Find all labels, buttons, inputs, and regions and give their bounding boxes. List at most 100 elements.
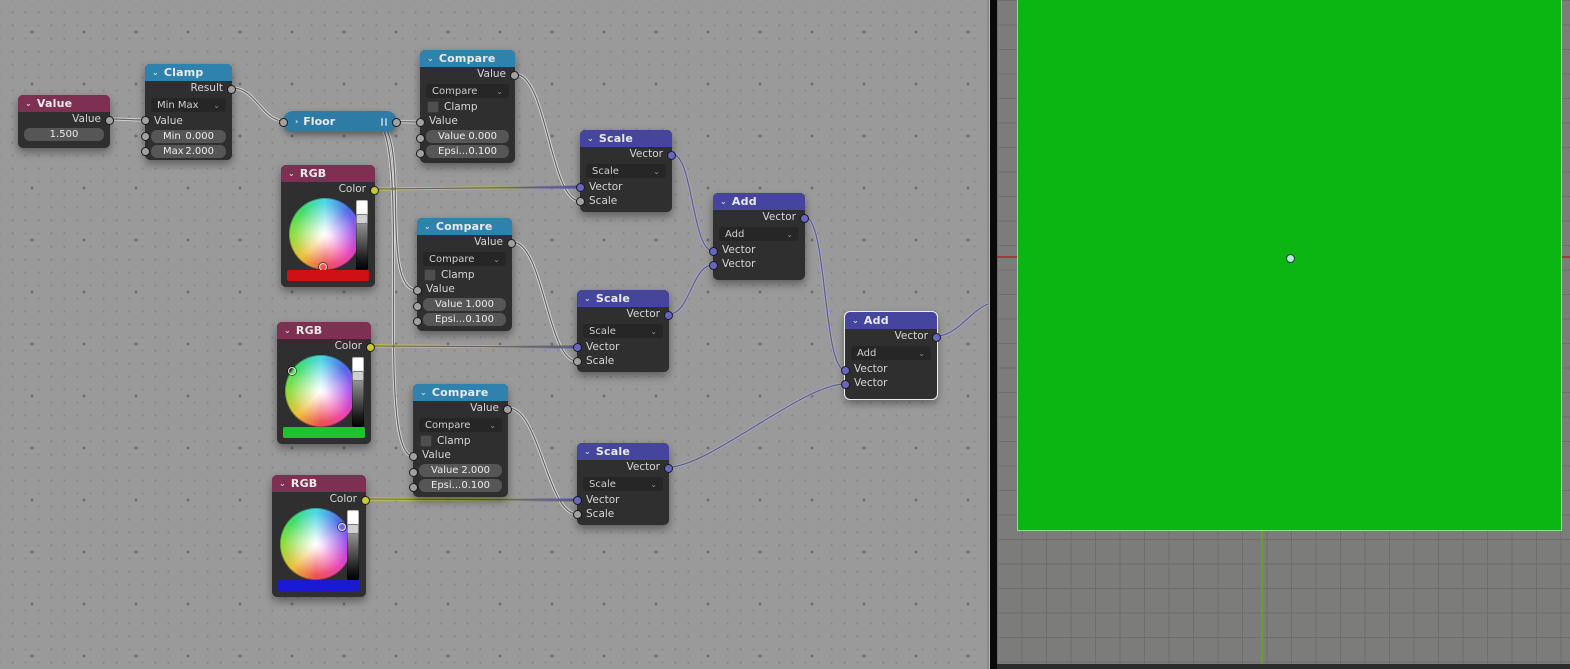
- value-slider[interactable]: [352, 357, 364, 427]
- socket-input-vector[interactable]: [576, 183, 585, 192]
- clamp-type-dropdown[interactable]: Min Max ⌄: [151, 98, 226, 112]
- chevron-down-icon[interactable]: ⌄: [152, 68, 159, 77]
- socket-input-epsilon[interactable]: [409, 483, 418, 492]
- node-header[interactable]: ⌄ Clamp: [145, 64, 232, 81]
- viewport-3d[interactable]: [997, 0, 1570, 669]
- socket-output-color[interactable]: [366, 343, 375, 352]
- color-swatch[interactable]: [287, 270, 369, 281]
- node-header[interactable]: ⌄ Compare: [413, 384, 508, 401]
- node-rgb-blue[interactable]: ⌄ RGB Color: [272, 475, 370, 597]
- socket-output-vector[interactable]: [800, 214, 809, 223]
- node-header[interactable]: ⌄ Value: [18, 95, 110, 112]
- min-number-field[interactable]: Min 0.000: [151, 130, 226, 143]
- chevron-down-icon[interactable]: ⌄: [852, 316, 859, 325]
- socket-input-value[interactable]: [279, 118, 288, 127]
- node-floor-collapsed[interactable]: › Floor: [279, 111, 401, 132]
- socket-output-vector[interactable]: [664, 311, 673, 320]
- node-header[interactable]: ⌄ Add: [845, 312, 937, 329]
- node-header[interactable]: ⌄ RGB: [277, 322, 371, 339]
- clamp-checkbox[interactable]: [420, 435, 432, 447]
- node-add-left[interactable]: ⌄ Add Vector Add ⌄ Vector Vector: [709, 193, 809, 280]
- operation-dropdown[interactable]: Scale ⌄: [583, 477, 663, 491]
- node-add-right[interactable]: ⌄ Add Vector Add ⌄ Vector Vector: [841, 311, 941, 400]
- node-header[interactable]: ⌄ Compare: [420, 50, 515, 67]
- node-compare-mid[interactable]: ⌄ Compare Value Compare ⌄ Clamp Value Va…: [413, 218, 516, 331]
- node-compare-bottom[interactable]: ⌄ Compare Value Compare ⌄ Clamp Value Va…: [409, 384, 512, 497]
- value-number-field[interactable]: Value 1.000: [423, 298, 506, 311]
- node-header[interactable]: ⌄ Scale: [577, 290, 669, 307]
- value-slider-handle[interactable]: [352, 371, 364, 381]
- socket-input-value2[interactable]: [409, 468, 418, 477]
- socket-output-value[interactable]: [507, 239, 516, 248]
- socket-input-value2[interactable]: [413, 302, 422, 311]
- node-scale-bottom[interactable]: ⌄ Scale Vector Scale ⌄ Vector Scale: [573, 443, 673, 525]
- clamp-checkbox[interactable]: [427, 101, 439, 113]
- operation-dropdown[interactable]: Compare ⌄: [419, 418, 502, 432]
- node-header[interactable]: ⌄ Scale: [580, 130, 672, 147]
- socket-input-vector1[interactable]: [841, 366, 850, 375]
- color-wheel[interactable]: [289, 198, 361, 270]
- chevron-down-icon[interactable]: ⌄: [288, 169, 295, 178]
- max-number-field[interactable]: Max 2.000: [151, 145, 226, 158]
- color-wheel[interactable]: [280, 508, 352, 580]
- socket-input-scale[interactable]: [576, 197, 585, 206]
- object-origin-dot[interactable]: [1286, 254, 1295, 263]
- value-number-field[interactable]: Value 0.000: [426, 130, 509, 143]
- socket-output-vector[interactable]: [664, 464, 673, 473]
- socket-output-value[interactable]: [392, 118, 401, 127]
- socket-input-vector2[interactable]: [709, 261, 718, 270]
- epsilon-number-field[interactable]: Epsi... 0.100: [426, 145, 509, 158]
- socket-input-epsilon[interactable]: [413, 317, 422, 326]
- node-rgb-green[interactable]: ⌄ RGB Color: [277, 322, 375, 444]
- socket-output-vector[interactable]: [932, 333, 941, 342]
- chevron-down-icon[interactable]: ⌄: [420, 388, 427, 397]
- socket-input-epsilon[interactable]: [416, 149, 425, 158]
- value-number-field[interactable]: Value 2.000: [419, 464, 502, 477]
- socket-output-value[interactable]: [105, 116, 114, 125]
- socket-input-vector2[interactable]: [841, 380, 850, 389]
- socket-input-value[interactable]: [409, 452, 418, 461]
- socket-input-value[interactable]: [413, 286, 422, 295]
- node-header[interactable]: ⌄ Compare: [417, 218, 512, 235]
- chevron-right-icon[interactable]: ›: [295, 117, 298, 126]
- node-scale-top[interactable]: ⌄ Scale Vector Scale ⌄ Vector Scale: [576, 130, 676, 212]
- green-screen-plane[interactable]: [1017, 0, 1562, 531]
- socket-input-scale[interactable]: [573, 357, 582, 366]
- node-header[interactable]: ⌄ RGB: [272, 475, 366, 492]
- chevron-down-icon[interactable]: ⌄: [584, 447, 591, 456]
- color-swatch[interactable]: [283, 427, 365, 438]
- node-scale-mid[interactable]: ⌄ Scale Vector Scale ⌄ Vector Scale: [573, 290, 673, 372]
- chevron-down-icon[interactable]: ⌄: [587, 134, 594, 143]
- socket-output-value[interactable]: [510, 71, 519, 80]
- operation-dropdown[interactable]: Add ⌄: [719, 227, 799, 241]
- node-header[interactable]: ⌄ Add: [713, 193, 805, 210]
- chevron-down-icon[interactable]: ⌄: [720, 197, 727, 206]
- value-slider[interactable]: [356, 200, 368, 270]
- chevron-down-icon[interactable]: ⌄: [424, 222, 431, 231]
- socket-input-scale[interactable]: [573, 510, 582, 519]
- socket-input-vector[interactable]: [573, 496, 582, 505]
- node-compare-top[interactable]: ⌄ Compare Value Compare ⌄ Clamp Value Va…: [416, 50, 519, 163]
- value-slider-handle[interactable]: [356, 214, 368, 224]
- value-slider-handle[interactable]: [347, 524, 359, 534]
- socket-output-value[interactable]: [503, 405, 512, 414]
- value-slider[interactable]: [347, 510, 359, 580]
- operation-dropdown[interactable]: Compare ⌄: [426, 84, 509, 98]
- node-header[interactable]: ⌄ RGB: [281, 165, 375, 182]
- operation-dropdown[interactable]: Compare ⌄: [423, 252, 506, 266]
- operation-dropdown[interactable]: Scale ⌄: [586, 164, 666, 178]
- chevron-down-icon[interactable]: ⌄: [25, 99, 32, 108]
- node-rgb-red[interactable]: ⌄ RGB Color: [281, 165, 379, 287]
- color-wheel-cursor[interactable]: [288, 367, 296, 375]
- epsilon-number-field[interactable]: Epsi... 0.100: [423, 313, 506, 326]
- color-swatch[interactable]: [278, 580, 360, 591]
- socket-input-vector1[interactable]: [709, 247, 718, 256]
- node-header[interactable]: ⌄ Scale: [577, 443, 669, 460]
- color-wheel-cursor[interactable]: [338, 523, 346, 531]
- socket-input-value2[interactable]: [416, 134, 425, 143]
- shader-node-editor[interactable]: ⌄ Value Value 1.500 ⌄ Clamp Result Min M…: [0, 0, 989, 669]
- socket-input-value[interactable]: [141, 116, 150, 125]
- socket-output-color[interactable]: [361, 496, 370, 505]
- node-value[interactable]: ⌄ Value Value 1.500: [18, 95, 114, 148]
- socket-output-result[interactable]: [227, 85, 236, 94]
